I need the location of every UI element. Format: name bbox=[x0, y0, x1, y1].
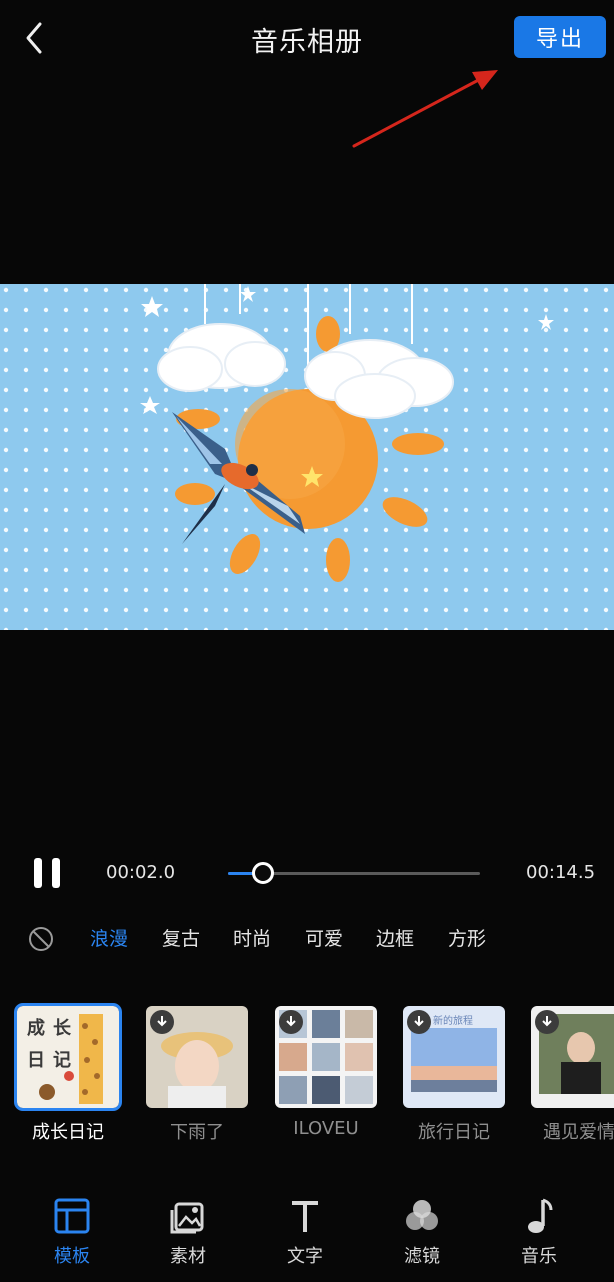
download-icon bbox=[407, 1010, 431, 1034]
thumb-char: 日 bbox=[27, 1050, 45, 1071]
music-icon bbox=[528, 1198, 553, 1233]
music-album-editor: 音乐相册 导出 00:02.0 00:14.5 浪漫 复古 时尚 可爱 边框 方… bbox=[0, 0, 614, 1282]
thumb-char: 成 bbox=[27, 1018, 45, 1039]
nav-text[interactable]: 文字 bbox=[265, 1190, 345, 1268]
red-arrow-annotation bbox=[352, 70, 498, 148]
template-thumbnail bbox=[275, 1006, 377, 1108]
preview-image bbox=[0, 284, 614, 630]
category-tab[interactable]: 浪漫 bbox=[90, 924, 128, 951]
pause-icon bbox=[34, 858, 60, 888]
template-thumbnail: 新的旅程 bbox=[403, 1006, 505, 1108]
template-label: ILOVEU bbox=[293, 1118, 359, 1139]
nav-label: 文字 bbox=[287, 1246, 323, 1267]
nav-label: 模板 bbox=[54, 1246, 90, 1267]
template-card[interactable]: 新的旅程 旅行日记 bbox=[403, 1006, 505, 1144]
thumb-char: 记 bbox=[53, 1050, 71, 1071]
category-tab[interactable]: 复古 bbox=[162, 924, 200, 951]
template-thumbnail bbox=[531, 1006, 614, 1108]
template-label: 遇见爱情 bbox=[543, 1122, 614, 1143]
export-button[interactable]: 导出 bbox=[514, 16, 606, 58]
nav-material[interactable]: 素材 bbox=[148, 1190, 228, 1268]
nav-label: 滤镜 bbox=[404, 1246, 440, 1267]
download-icon bbox=[279, 1010, 303, 1034]
template-label: 下雨了 bbox=[170, 1122, 224, 1143]
material-icon bbox=[170, 1202, 204, 1234]
no-effect-button[interactable] bbox=[28, 926, 54, 952]
bottom-nav: 模板 素材 文字 滤镜 音乐 bbox=[0, 1190, 614, 1282]
template-card[interactable]: 成 长 日 记 成长日记 bbox=[14, 1003, 122, 1144]
template-card[interactable]: ILOVEU bbox=[275, 1006, 377, 1139]
template-icon bbox=[54, 1198, 90, 1234]
category-tab[interactable]: 方形 bbox=[448, 924, 486, 951]
thumb-char: 长 bbox=[53, 1018, 71, 1039]
download-icon bbox=[535, 1010, 559, 1034]
style-category-tabs: 浪漫 复古 时尚 可爱 边框 方形 bbox=[0, 920, 614, 956]
template-label: 旅行日记 bbox=[418, 1122, 490, 1143]
thumb-caption: 新的旅程 bbox=[433, 1016, 473, 1027]
nav-music[interactable]: 音乐 bbox=[499, 1190, 579, 1268]
pause-button[interactable] bbox=[30, 856, 66, 890]
current-time: 00:02.0 bbox=[106, 862, 176, 883]
template-card[interactable]: 下雨了 bbox=[146, 1006, 248, 1144]
template-label: 成长日记 bbox=[32, 1122, 104, 1143]
category-tab[interactable]: 时尚 bbox=[233, 924, 271, 951]
template-thumbnail bbox=[146, 1006, 248, 1108]
progress-slider[interactable] bbox=[228, 862, 480, 884]
nav-label: 音乐 bbox=[521, 1246, 557, 1267]
category-tab[interactable]: 可爱 bbox=[305, 924, 343, 951]
template-card[interactable]: 遇见爱情 bbox=[531, 1006, 614, 1144]
filter-icon bbox=[406, 1200, 438, 1230]
nav-filter[interactable]: 滤镜 bbox=[382, 1190, 462, 1268]
progress-thumb[interactable] bbox=[252, 862, 275, 884]
total-time: 00:14.5 bbox=[526, 862, 596, 883]
category-tab[interactable]: 边框 bbox=[376, 924, 414, 951]
nav-template[interactable]: 模板 bbox=[32, 1190, 112, 1268]
download-icon bbox=[150, 1010, 174, 1034]
no-effect-icon bbox=[29, 927, 53, 951]
nav-label: 素材 bbox=[170, 1246, 206, 1267]
text-icon bbox=[292, 1201, 318, 1232]
video-preview[interactable] bbox=[0, 284, 614, 630]
template-thumbnail: 成 长 日 记 bbox=[14, 1003, 122, 1111]
